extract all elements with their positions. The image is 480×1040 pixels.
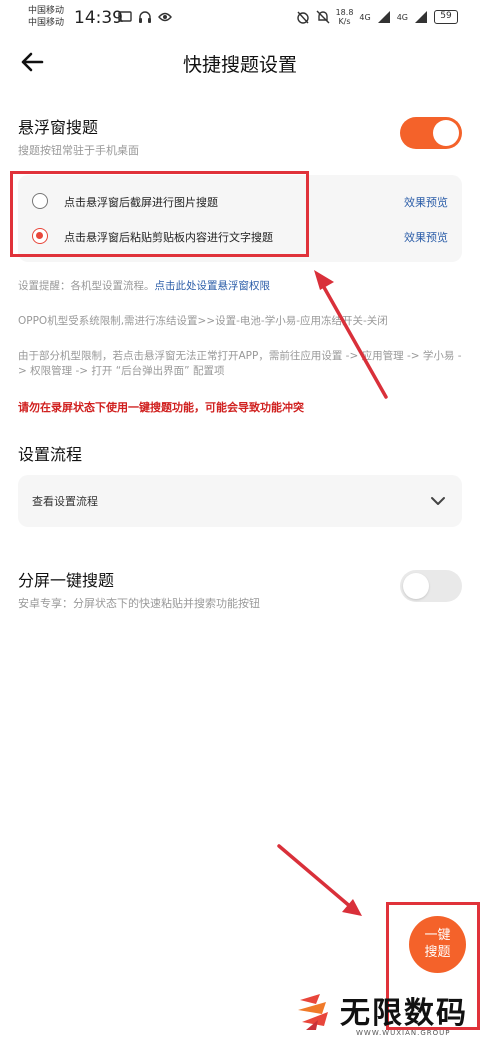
- page-title: 快捷搜题设置: [182, 54, 297, 76]
- battery-icon: 59: [434, 10, 458, 24]
- recording-warning: 请勿在录屏状态下使用一键搜题功能，可能会导致功能冲突: [18, 401, 304, 414]
- net-speed-value: 18.8: [335, 8, 354, 17]
- signal-icon: [377, 11, 390, 23]
- alarm-off-icon: [296, 11, 309, 24]
- fab-line-2: 搜题: [424, 945, 451, 960]
- carrier-1: 中国移动: [28, 6, 65, 16]
- annotation-box: [10, 171, 309, 257]
- top-app-bar: 快捷搜题设置: [0, 40, 480, 84]
- net-speed: 18.8 K/s: [336, 8, 354, 26]
- signal-icon: [415, 11, 427, 23]
- setup-flow-title: 设置流程: [18, 445, 83, 464]
- carrier-names: 中国移动 中国移动: [28, 5, 64, 29]
- floating-search-title: 悬浮窗搜题: [18, 118, 99, 137]
- status-bar: 中国移动 中国移动 14:39 18.8 K/s 4G 4G 59: [0, 0, 480, 36]
- setup-flow-label: 查看设置流程: [32, 495, 98, 508]
- toggle-knob: [433, 120, 459, 146]
- net-speed-unit: K/s: [338, 17, 351, 26]
- chevron-down-icon: [431, 497, 445, 505]
- preview-link[interactable]: 效果预览: [404, 229, 448, 245]
- split-screen-title: 分屏一键搜题: [18, 571, 115, 590]
- signal-2-label: 4G: [396, 12, 408, 22]
- split-screen-subtitle: 安卓专享：分屏状态下的快速粘贴并搜索功能按钮: [18, 597, 260, 610]
- watermark-brand: 无限数码: [340, 996, 468, 1031]
- eye-icon: [158, 12, 172, 22]
- headphones-icon: [139, 11, 151, 23]
- notification-icons: [118, 10, 172, 24]
- permission-link[interactable]: 点击此处设置悬浮窗权限: [155, 280, 271, 292]
- toggle-knob: [403, 573, 429, 599]
- status-time: 14:39: [74, 8, 123, 28]
- floating-search-subtitle: 搜题按钮常驻于手机桌面: [18, 144, 139, 157]
- setup-flow-expander[interactable]: 查看设置流程: [18, 475, 462, 527]
- cast-icon: [118, 11, 132, 23]
- system-icons: 18.8 K/s 4G 4G 59: [296, 8, 458, 26]
- carrier-2: 中国移动: [28, 18, 65, 28]
- watermark-url: WWW.WUXIAN.GROUP: [356, 1029, 451, 1037]
- split-screen-toggle[interactable]: [400, 570, 462, 602]
- fab-line-1: 一键: [424, 928, 451, 943]
- permission-tip: 由于部分机型限制，若点击悬浮窗无法正常打开APP，需前往应用设置 -> 应用管理…: [18, 350, 462, 377]
- reminder-text: 设置提醒：各机型设置流程。: [18, 280, 155, 292]
- oppo-tip: OPPO机型受系统限制,需进行冻结设置>>设置-电池-学小易-应用冻结开关-关闭: [18, 315, 388, 327]
- preview-link[interactable]: 效果预览: [404, 194, 448, 210]
- watermark-logo-icon: [298, 994, 328, 1030]
- one-tap-search-button[interactable]: 一键 搜题: [409, 916, 466, 973]
- signal-1-label: 4G: [359, 12, 371, 22]
- floating-search-toggle[interactable]: [400, 117, 462, 149]
- mute-icon: [316, 10, 330, 24]
- arrow-to-fab: [277, 844, 362, 916]
- permission-reminder: 设置提醒：各机型设置流程。点击此处设置悬浮窗权限: [18, 279, 462, 294]
